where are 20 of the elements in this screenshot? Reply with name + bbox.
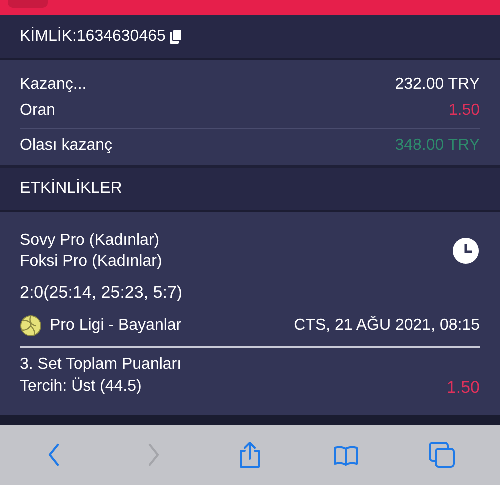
team-name: Foksi Pro (Kadınlar): [20, 252, 162, 272]
summary-value: 232.00 TRY: [395, 75, 480, 95]
pick-text: Tercih: Üst (44.5): [20, 376, 142, 398]
odds-value: 1.50: [446, 376, 480, 398]
market-name: 3. Set Toplam Puanları: [20, 354, 183, 374]
score-text: 2:0(25:14, 25:23, 5:7): [20, 282, 184, 304]
summary-value: 348.00 TRY: [395, 136, 480, 156]
event-date: CTS, 21 AĞU 2021, 08:15: [294, 315, 480, 336]
id-label: KİMLİK:1634630465: [20, 26, 166, 46]
copy-icon[interactable]: [170, 30, 182, 44]
summary-label: Oran: [20, 101, 56, 121]
summary-value: 1.50: [448, 101, 480, 121]
clock-icon: [452, 237, 480, 265]
summary-label: Kazanç...: [20, 75, 87, 95]
league-name: Pro Ligi - Bayanlar: [50, 316, 182, 336]
tabs-icon[interactable]: [428, 441, 456, 469]
volleyball-icon: [20, 314, 42, 336]
team-name: Sovy Pro (Kadınlar): [20, 231, 161, 251]
summary-label: Olası kazanç: [20, 136, 112, 156]
section-title: ETKİNLİKLER: [20, 178, 122, 199]
